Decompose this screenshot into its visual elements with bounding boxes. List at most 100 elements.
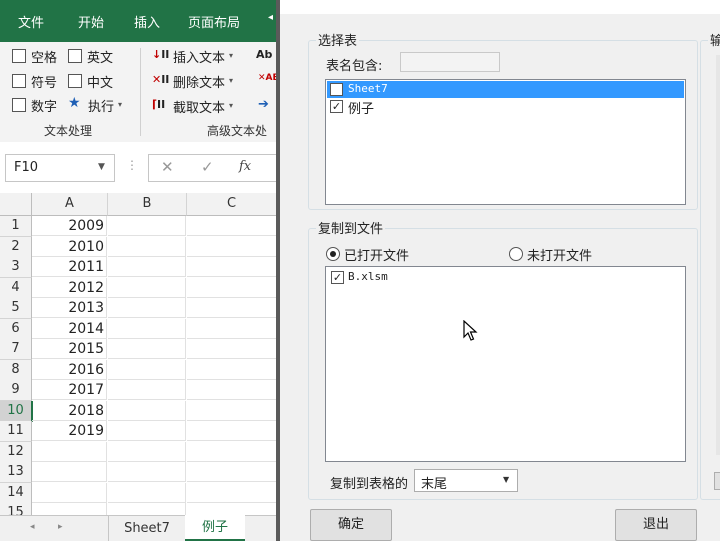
tab-file[interactable]: 文件 bbox=[18, 12, 44, 31]
sheet-tab-example[interactable]: 例子 bbox=[185, 515, 245, 541]
cell-a[interactable]: 2010 bbox=[32, 236, 107, 257]
cell-c[interactable] bbox=[187, 360, 276, 380]
cell-c[interactable] bbox=[187, 216, 276, 236]
delete-text-button[interactable]: 删除文本 bbox=[173, 72, 225, 91]
execute-dropdown-icon[interactable]: ▾ bbox=[118, 100, 122, 109]
prev-sheet-icon[interactable]: ◂ bbox=[30, 522, 35, 532]
row-header[interactable]: 9 bbox=[0, 380, 32, 401]
column-header-c[interactable]: C bbox=[187, 193, 276, 216]
row-header[interactable]: 8 bbox=[0, 359, 32, 381]
cell-b[interactable] bbox=[108, 318, 186, 339]
chinese-checkbox[interactable] bbox=[68, 74, 82, 88]
cell-a[interactable]: 2009 bbox=[32, 216, 107, 236]
execute-icon[interactable]: ★ bbox=[68, 95, 81, 111]
cell-c[interactable] bbox=[187, 298, 276, 318]
row-header[interactable]: 2 bbox=[0, 236, 32, 258]
cell-c[interactable] bbox=[187, 462, 276, 482]
english-checkbox[interactable] bbox=[68, 49, 82, 63]
cell-b[interactable] bbox=[108, 298, 186, 318]
row-header[interactable]: 1 bbox=[0, 216, 32, 237]
arrow-right-icon[interactable]: ➔ bbox=[258, 97, 269, 112]
column-header-a[interactable]: A bbox=[32, 193, 108, 216]
insert-text-dropdown-icon[interactable]: ▾ bbox=[229, 51, 233, 60]
cell-b[interactable] bbox=[108, 441, 186, 462]
tab-insert[interactable]: 插入 bbox=[134, 12, 160, 31]
tab-home[interactable]: 开始 bbox=[78, 12, 104, 31]
table-filter-input[interactable] bbox=[400, 52, 500, 72]
file-listbox[interactable]: ✓ B.xlsm bbox=[325, 266, 686, 462]
cell-c[interactable] bbox=[187, 380, 276, 400]
sheet7-checkbox[interactable] bbox=[330, 83, 343, 96]
cell-b[interactable] bbox=[108, 277, 186, 298]
cell-b[interactable] bbox=[108, 380, 186, 400]
abc-icon[interactable]: ✕AB bbox=[258, 73, 276, 83]
file-list-item[interactable]: ✓ B.xlsm bbox=[327, 268, 684, 286]
number-checkbox[interactable] bbox=[12, 98, 26, 112]
cell-a[interactable]: 2016 bbox=[32, 359, 107, 380]
cell-b[interactable] bbox=[108, 257, 186, 277]
row-header[interactable]: 11 bbox=[0, 421, 32, 442]
extract-text-dropdown-icon[interactable]: ▾ bbox=[229, 101, 233, 110]
exit-button[interactable]: 退出 bbox=[615, 509, 697, 541]
cell-b[interactable] bbox=[108, 400, 186, 421]
output-button-partial[interactable] bbox=[714, 472, 720, 490]
cancel-icon[interactable]: ✕ bbox=[161, 158, 174, 176]
cell-c[interactable] bbox=[187, 339, 276, 359]
example-checkbox[interactable]: ✓ bbox=[330, 100, 343, 113]
row-header[interactable]: 13 bbox=[0, 462, 32, 483]
cell-a[interactable]: 2011 bbox=[32, 257, 107, 277]
symbol-checkbox[interactable] bbox=[12, 74, 26, 88]
next-sheet-icon[interactable]: ▸ bbox=[58, 522, 63, 532]
cell-b[interactable] bbox=[108, 482, 186, 503]
delete-text-dropdown-icon[interactable]: ▾ bbox=[229, 76, 233, 85]
chevron-down-icon[interactable]: ▼ bbox=[503, 475, 509, 484]
spreadsheet-grid[interactable]: A B C 1 2009 2 2010 3 2011 4 2012 5 2013 6 2014 7 201… bbox=[0, 193, 276, 524]
confirm-icon[interactable]: ✓ bbox=[201, 158, 214, 176]
row-header[interactable]: 7 bbox=[0, 339, 32, 360]
sheet-tab-sheet7[interactable]: Sheet7 bbox=[108, 516, 186, 541]
cell-c[interactable] bbox=[187, 257, 276, 277]
name-box[interactable]: F10 ▼ bbox=[5, 154, 115, 182]
cell-a[interactable] bbox=[32, 441, 107, 462]
cell-c[interactable] bbox=[187, 442, 276, 462]
row-header[interactable]: 6 bbox=[0, 318, 32, 340]
select-all-corner[interactable] bbox=[0, 193, 32, 216]
cell-c[interactable] bbox=[187, 237, 276, 257]
cell-b[interactable] bbox=[108, 236, 186, 257]
column-header-b[interactable]: B bbox=[108, 193, 187, 216]
cell-a[interactable]: 2013 bbox=[32, 298, 107, 318]
ok-button[interactable]: 确定 bbox=[310, 509, 392, 541]
row-header[interactable]: 10 bbox=[0, 400, 33, 422]
sheet-list-item-sheet7[interactable]: Sheet7 bbox=[327, 81, 684, 98]
row-header[interactable]: 5 bbox=[0, 298, 32, 319]
open-file-radio[interactable] bbox=[326, 247, 340, 261]
cell-a[interactable]: 2018 bbox=[32, 400, 107, 421]
cell-a[interactable]: 2015 bbox=[32, 339, 107, 359]
cell-b[interactable] bbox=[108, 462, 186, 482]
unopened-file-radio[interactable] bbox=[509, 247, 523, 261]
cell-b[interactable] bbox=[108, 359, 186, 380]
cell-c[interactable] bbox=[187, 319, 276, 339]
cell-a[interactable]: 2012 bbox=[32, 277, 107, 298]
text-case-icon[interactable]: Ab bbox=[256, 48, 272, 61]
cell-b[interactable] bbox=[108, 216, 186, 236]
row-header[interactable]: 4 bbox=[0, 277, 32, 299]
space-checkbox[interactable] bbox=[12, 49, 26, 63]
cell-a[interactable] bbox=[32, 482, 107, 503]
sheet-listbox[interactable]: Sheet7 ✓ 例子 bbox=[325, 79, 686, 205]
cell-a[interactable]: 2014 bbox=[32, 318, 107, 339]
cell-c[interactable] bbox=[187, 278, 276, 298]
file-checkbox[interactable]: ✓ bbox=[331, 271, 344, 284]
cell-a[interactable] bbox=[32, 462, 107, 482]
row-header[interactable]: 14 bbox=[0, 482, 32, 504]
cell-c[interactable] bbox=[187, 401, 276, 421]
copy-position-select[interactable]: 末尾 ▼ bbox=[414, 469, 518, 492]
cell-a[interactable]: 2019 bbox=[32, 421, 107, 441]
row-header[interactable]: 3 bbox=[0, 257, 32, 278]
insert-function-icon[interactable]: fx bbox=[239, 159, 251, 174]
execute-button[interactable]: 执行 bbox=[88, 96, 114, 115]
cell-a[interactable]: 2017 bbox=[32, 380, 107, 400]
cell-c[interactable] bbox=[187, 483, 276, 503]
chevron-down-icon[interactable]: ▼ bbox=[98, 162, 105, 172]
row-header[interactable]: 12 bbox=[0, 441, 32, 463]
